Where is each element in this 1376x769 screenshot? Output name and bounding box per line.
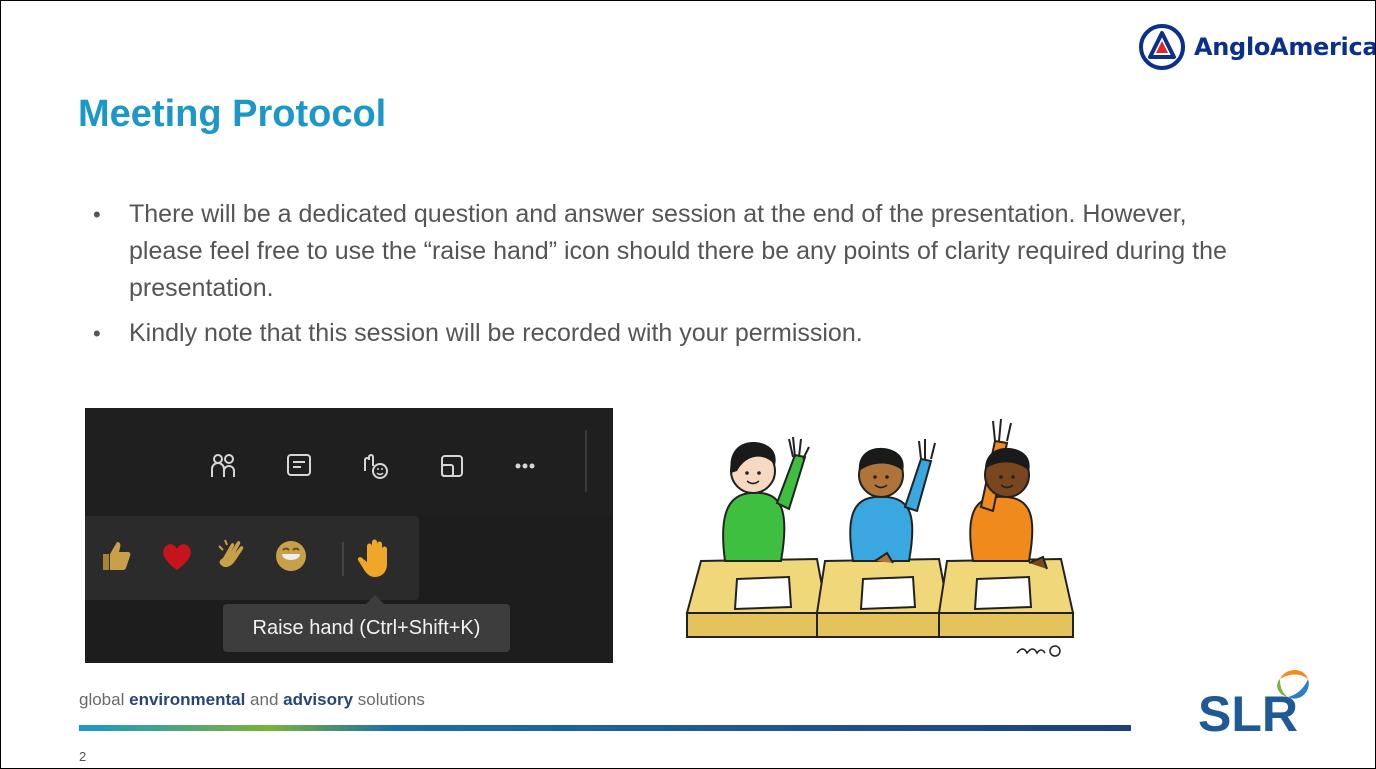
angloamerican-logo: AngloAmerican [1138, 23, 1376, 71]
heart-icon[interactable] [155, 536, 199, 580]
bullet-text: Kindly note that this session will be re… [129, 319, 863, 347]
page-number: 2 [79, 749, 87, 764]
slide-title: Meeting Protocol [78, 93, 387, 135]
laugh-icon[interactable] [269, 536, 313, 580]
bullet-item: • Kindly note that this session will be r… [93, 315, 1253, 352]
raise-hand-icon[interactable] [353, 536, 397, 580]
bullet-list: • There will be a dedicated question and … [93, 196, 1253, 360]
reactions-icon[interactable] [357, 451, 391, 481]
reactions-divider [342, 542, 344, 576]
tagline-text: global [79, 690, 130, 709]
raise-hand-tooltip: Raise hand (Ctrl+Shift+K) [223, 595, 510, 652]
tagline-text: environmental [129, 690, 246, 709]
tagline-text: advisory [283, 690, 354, 709]
more-icon[interactable] [508, 451, 542, 481]
tagline-text: solutions [353, 690, 425, 709]
teams-screenshot: Raise hand (Ctrl+Shift+K) [85, 408, 613, 663]
angloamerican-logo-icon [1139, 24, 1185, 70]
brand-gradient-line [79, 725, 1131, 731]
reactions-bar [85, 516, 419, 600]
toolbar-divider [585, 430, 587, 492]
applause-icon[interactable] [213, 536, 257, 580]
slide: AngloAmerican Meeting Protocol • There wi… [0, 0, 1376, 769]
bullet-text: There will be a dedicated question and a… [129, 200, 1227, 302]
angloamerican-wordmark: AngloAmerican [1194, 33, 1376, 61]
bullet-item: • There will be a dedicated question and … [93, 196, 1253, 307]
like-icon[interactable] [95, 536, 139, 580]
bullet-dot: • [93, 321, 101, 346]
chat-icon[interactable] [282, 451, 316, 481]
bullet-dot: • [93, 202, 101, 227]
teams-toolbar [85, 408, 613, 516]
share-icon[interactable] [435, 451, 469, 481]
tagline-text: and [245, 690, 284, 709]
students-raising-hands-illustration [685, 418, 1075, 657]
people-icon[interactable] [206, 451, 240, 481]
slr-logo: SLR [1198, 670, 1309, 741]
slr-tagline: global environmental and advisory soluti… [79, 690, 425, 710]
